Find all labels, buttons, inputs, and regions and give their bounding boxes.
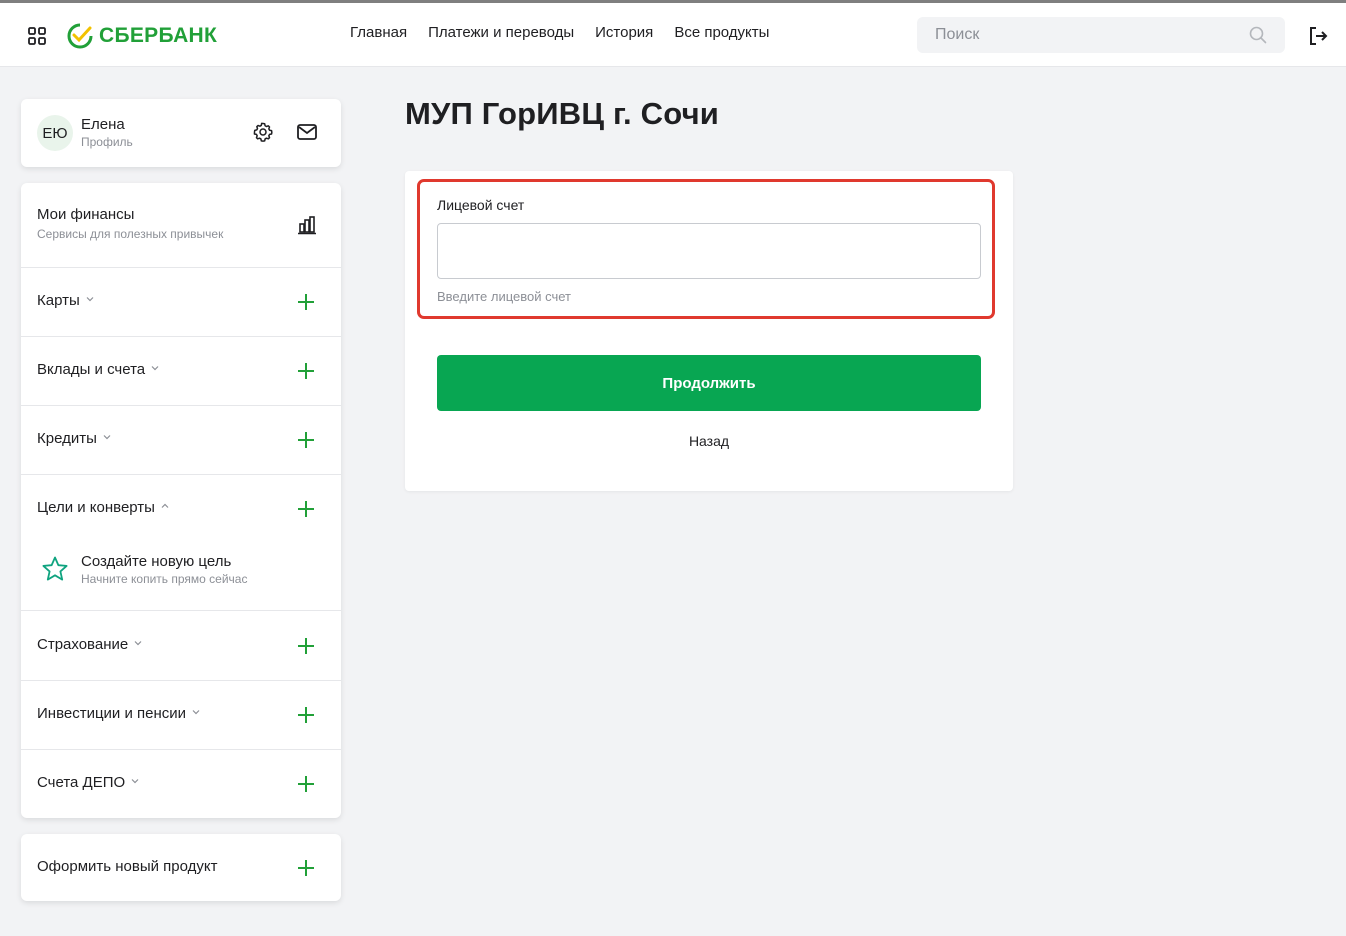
main-nav: Главная Платежи и переводы История Все п…: [350, 23, 790, 43]
add-investment-plus-icon[interactable]: [297, 706, 315, 724]
sidebar-item-finances[interactable]: Мои финансы Сервисы для полезных привыче…: [21, 183, 341, 268]
sidebar-item-label: Страхование: [37, 636, 142, 653]
sidebar-item-depo[interactable]: Счета ДЕПО: [21, 750, 341, 818]
mail-icon[interactable]: [297, 123, 317, 141]
sidebar-item-label: Кредиты: [37, 430, 111, 447]
chevron-down-icon: [151, 366, 159, 371]
sidebar-menu: Мои финансы Сервисы для полезных привыче…: [21, 183, 341, 818]
account-number-input[interactable]: [437, 223, 981, 279]
finances-title: Мои финансы: [37, 206, 135, 223]
logout-icon[interactable]: [1308, 26, 1328, 46]
chevron-down-icon: [192, 710, 200, 715]
nav-home[interactable]: Главная: [350, 23, 407, 43]
payment-form: Лицевой счет Введите лицевой счет Продол…: [405, 171, 1013, 491]
sidebar-item-label: Вклады и счета: [37, 361, 159, 378]
finances-subtitle: Сервисы для полезных привычек: [37, 227, 224, 241]
sidebar-item-insurance[interactable]: Страхование: [21, 612, 341, 681]
top-header: СБЕРБАНК Главная Платежи и переводы Исто…: [0, 3, 1346, 67]
sidebar-item-goals[interactable]: Цели и конверты: [21, 475, 341, 537]
search-box: [917, 17, 1285, 53]
goal-title: Создайте новую цель: [81, 553, 232, 570]
new-product-label: Оформить новый продукт: [37, 858, 218, 875]
chevron-down-icon: [134, 641, 142, 646]
sidebar-item-credits[interactable]: Кредиты: [21, 406, 341, 475]
profile-card[interactable]: ЕЮ Елена Профиль: [21, 99, 341, 167]
account-field-label: Лицевой счет: [437, 197, 525, 213]
add-credit-plus-icon[interactable]: [297, 431, 315, 449]
profile-subtitle: Профиль: [81, 135, 133, 149]
brand-name: СБЕРБАНК: [99, 24, 218, 47]
add-depo-plus-icon[interactable]: [297, 775, 315, 793]
search-icon[interactable]: [1249, 26, 1267, 44]
sber-logo-icon: [67, 23, 93, 49]
avatar[interactable]: ЕЮ: [37, 115, 73, 151]
add-product-plus-icon[interactable]: [297, 859, 315, 877]
add-deposit-plus-icon[interactable]: [297, 362, 315, 380]
sidebar-item-cards[interactable]: Карты: [21, 268, 341, 337]
nav-history[interactable]: История: [595, 23, 653, 43]
insurance-label: Страхование: [37, 636, 129, 653]
chevron-down-icon: [131, 779, 139, 784]
new-product-card[interactable]: Оформить новый продукт: [21, 834, 341, 901]
sidebar-item-deposits[interactable]: Вклады и счета: [21, 337, 341, 406]
profile-name: Елена: [81, 116, 125, 133]
chevron-down-icon: [103, 435, 111, 440]
continue-button[interactable]: Продолжить: [437, 355, 981, 411]
add-cards-plus-icon[interactable]: [297, 293, 315, 311]
star-icon: [42, 556, 68, 581]
gear-icon[interactable]: [253, 122, 273, 142]
add-insurance-plus-icon[interactable]: [297, 637, 315, 655]
sber-logo[interactable]: СБЕРБАНК: [67, 21, 217, 51]
create-goal-item[interactable]: Создайте новую цель Начните копить прямо…: [21, 537, 341, 611]
nav-payments[interactable]: Платежи и переводы: [428, 23, 574, 43]
sidebar-item-label: Цели и конверты: [37, 499, 169, 516]
deposits-label: Вклады и счета: [37, 361, 146, 378]
sidebar-item-label: Карты: [37, 292, 94, 309]
page-title: МУП ГорИВЦ г. Сочи: [405, 96, 720, 131]
goal-subtitle: Начните копить прямо сейчас: [81, 572, 248, 586]
apps-grid-icon[interactable]: [28, 27, 46, 45]
sidebar-item-label: Счета ДЕПО: [37, 774, 139, 791]
nav-all-products[interactable]: Все продукты: [674, 23, 769, 43]
cards-label: Карты: [37, 292, 80, 309]
chevron-up-icon: [161, 503, 169, 508]
back-link[interactable]: Назад: [437, 433, 981, 449]
credits-label: Кредиты: [37, 430, 97, 447]
sidebar-item-label: Инвестиции и пенсии: [37, 705, 200, 722]
goals-label: Цели и конверты: [37, 499, 155, 516]
chevron-down-icon: [86, 297, 94, 302]
investments-label: Инвестиции и пенсии: [37, 705, 187, 722]
sidebar-item-investments[interactable]: Инвестиции и пенсии: [21, 681, 341, 750]
account-field-hint: Введите лицевой счет: [437, 289, 571, 304]
depo-label: Счета ДЕПО: [37, 774, 126, 791]
search-input[interactable]: [917, 17, 1247, 53]
add-goal-plus-icon[interactable]: [297, 500, 315, 518]
bar-chart-icon: [298, 216, 316, 235]
